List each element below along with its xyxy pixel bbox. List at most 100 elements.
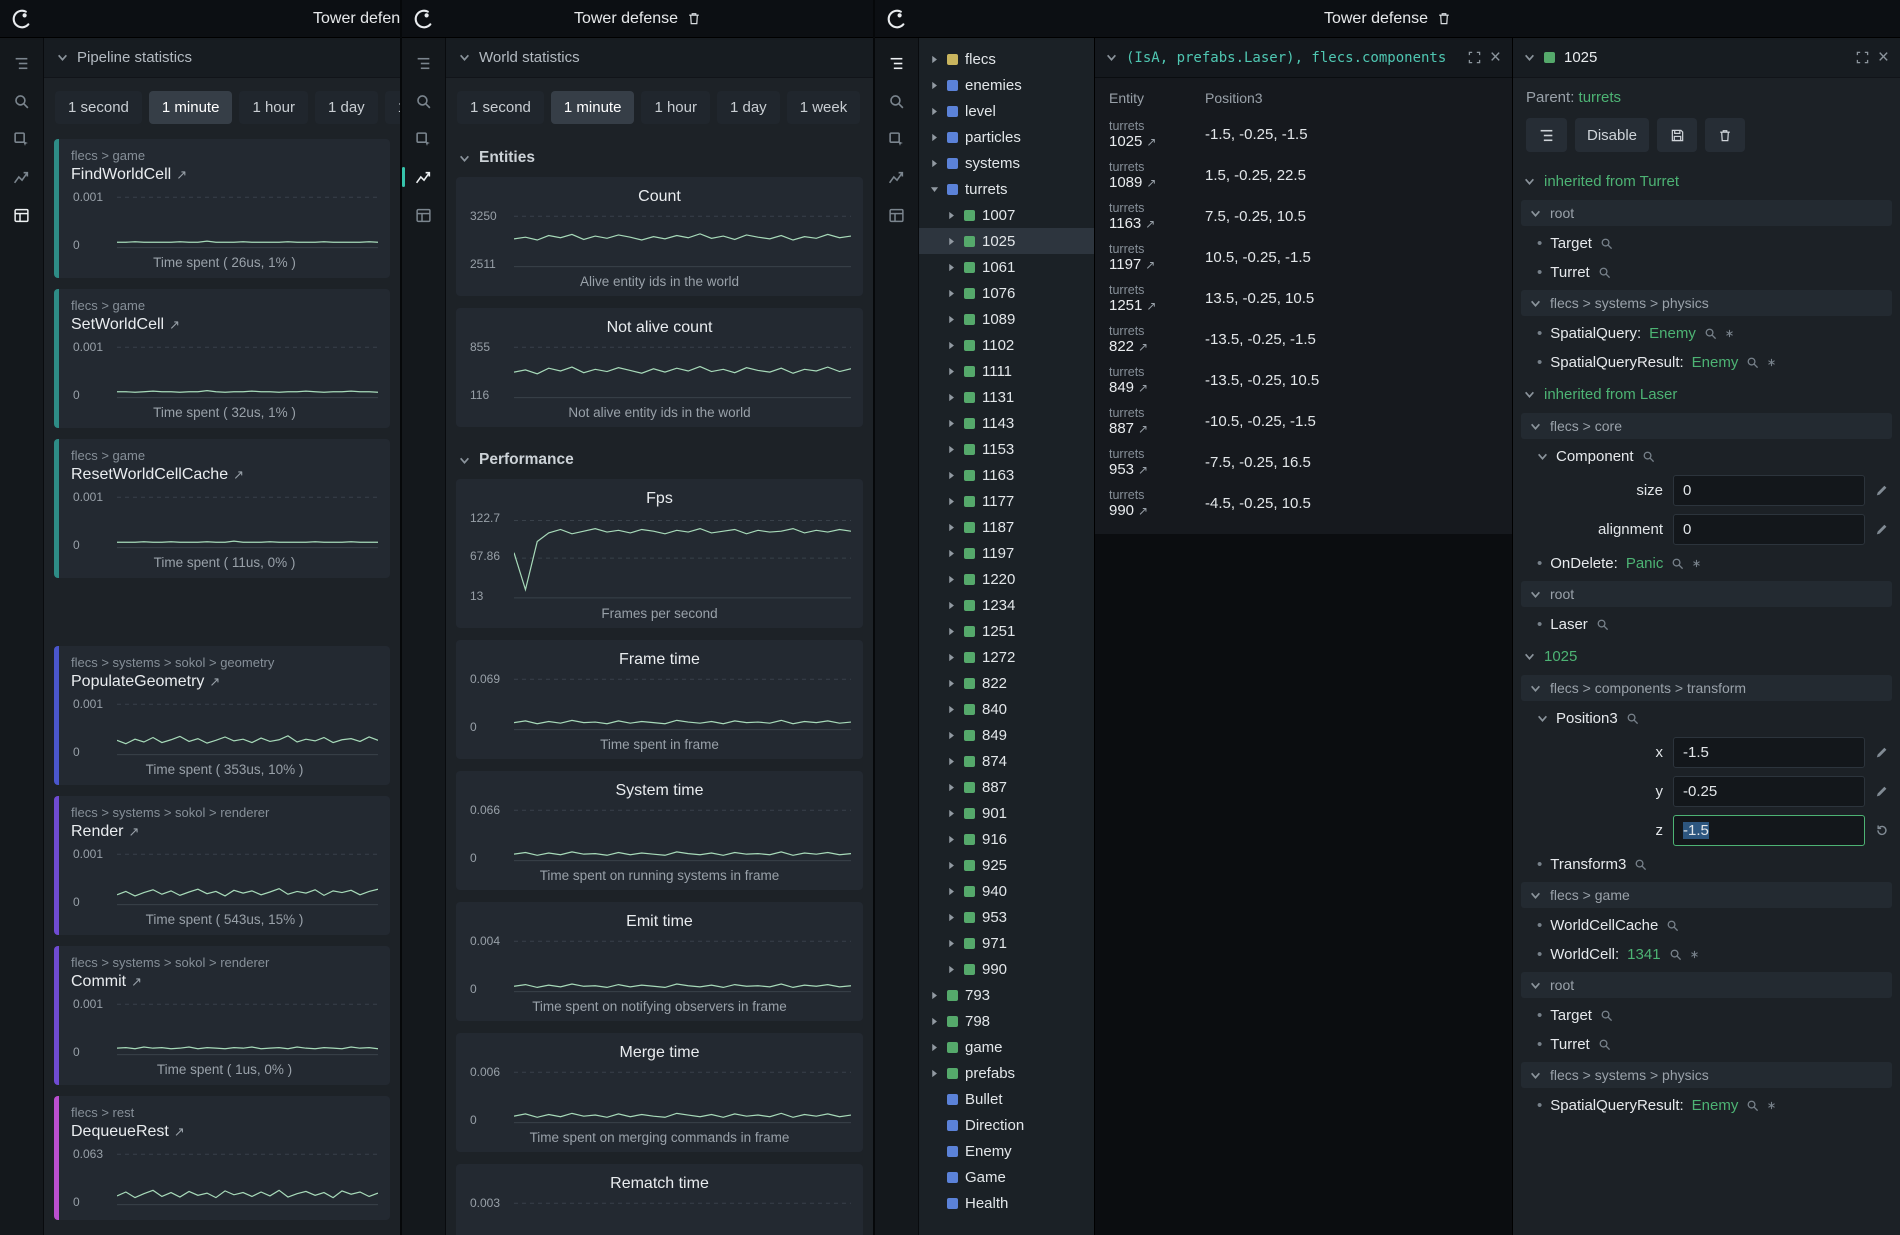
magnifier-icon[interactable]	[1642, 450, 1655, 463]
goto-icon[interactable]: ↗	[174, 1124, 185, 1139]
tag-row[interactable]: •Turret	[1513, 258, 1900, 287]
expand-icon[interactable]	[929, 107, 940, 116]
close-icon[interactable]: ×	[1878, 48, 1889, 67]
panel-header[interactable]: World statistics	[446, 38, 873, 78]
disable-button[interactable]: Disable	[1575, 118, 1649, 152]
expand-icon[interactable]	[946, 549, 957, 558]
stats-table-icon[interactable]	[4, 198, 40, 232]
tree-item[interactable]: 916	[919, 826, 1094, 852]
goto-icon[interactable]: ↗	[169, 317, 180, 332]
save-button[interactable]	[1657, 118, 1697, 152]
time-range-button[interactable]: 1 week	[385, 91, 400, 124]
expand-icon[interactable]	[946, 835, 957, 844]
tree-item[interactable]: 1131	[919, 384, 1094, 410]
chevron-down-icon[interactable]	[1537, 713, 1548, 724]
expand-icon[interactable]	[946, 783, 957, 792]
tree-item[interactable]: 849	[919, 722, 1094, 748]
expand-icon[interactable]	[946, 289, 957, 298]
magnifier-icon[interactable]	[1600, 1009, 1613, 1022]
tree-item[interactable]: prefabs	[919, 1060, 1094, 1086]
expand-icon[interactable]	[946, 419, 957, 428]
inspector-icon[interactable]	[879, 122, 915, 156]
field-value-input[interactable]: -1.5	[1673, 815, 1865, 846]
tree-item[interactable]: 971	[919, 930, 1094, 956]
component-path-header[interactable]: root	[1521, 581, 1892, 607]
time-range-button[interactable]: 1 minute	[551, 91, 635, 124]
query-result-row[interactable]: turrets990↗-4.5, -0.25, 10.5	[1095, 483, 1512, 524]
query-result-row[interactable]: turrets1089↗1.5, -0.25, 22.5	[1095, 155, 1512, 196]
component-path-header[interactable]: flecs > core	[1521, 413, 1892, 439]
pair-value-link[interactable]: Enemy	[1649, 325, 1696, 342]
pair-value-link[interactable]: Enemy	[1692, 354, 1739, 371]
system-name[interactable]: SetWorldCell↗	[71, 316, 378, 334]
tree-item[interactable]: Health	[919, 1190, 1094, 1216]
tree-item[interactable]: 1187	[919, 514, 1094, 540]
tree-item[interactable]: Game	[919, 1164, 1094, 1190]
expand-icon[interactable]	[946, 627, 957, 636]
inspector-section-header[interactable]: inherited from Laser	[1513, 377, 1900, 410]
goto-icon[interactable]: ↗	[1146, 299, 1156, 313]
query-result-row[interactable]: turrets822↗-13.5, -0.25, -1.5	[1095, 319, 1512, 360]
inspector-icon[interactable]	[406, 122, 442, 156]
component-row[interactable]: Component	[1513, 442, 1900, 471]
goto-icon[interactable]: ↗	[176, 167, 187, 182]
goto-icon[interactable]: ↗	[233, 467, 244, 482]
field-value-input[interactable]: 0	[1673, 514, 1865, 545]
stats-table-icon[interactable]	[879, 198, 915, 232]
tree-item[interactable]: 1272	[919, 644, 1094, 670]
expand-icon[interactable]	[946, 393, 957, 402]
expand-icon[interactable]	[946, 237, 957, 246]
tree-item[interactable]: 1143	[919, 410, 1094, 436]
expand-icon[interactable]	[946, 471, 957, 480]
query-result-row[interactable]: turrets1251↗13.5, -0.25, 10.5	[1095, 278, 1512, 319]
expand-icon[interactable]	[946, 263, 957, 272]
search-icon[interactable]	[879, 84, 915, 118]
tree-item[interactable]: 940	[919, 878, 1094, 904]
tree-item[interactable]: Direction	[919, 1112, 1094, 1138]
trash-icon[interactable]	[687, 11, 701, 26]
magnifier-icon[interactable]	[1598, 1038, 1611, 1051]
chart-icon[interactable]	[4, 160, 40, 194]
system-name[interactable]: Render↗	[71, 823, 378, 841]
search-icon[interactable]	[4, 84, 40, 118]
component-path-header[interactable]: root	[1521, 200, 1892, 226]
chart-icon[interactable]	[879, 160, 915, 194]
tree-item[interactable]: 840	[919, 696, 1094, 722]
tree-item[interactable]: 1007	[919, 202, 1094, 228]
goto-icon[interactable]: ↗	[1138, 463, 1148, 477]
component-path-header[interactable]: flecs > systems > physics	[1521, 1062, 1892, 1088]
component-path-header[interactable]: root	[1521, 972, 1892, 998]
expand-icon[interactable]	[946, 939, 957, 948]
expand-icon[interactable]	[946, 887, 957, 896]
magnifier-icon[interactable]	[1746, 1099, 1759, 1112]
goto-icon[interactable]: ↗	[209, 674, 220, 689]
flecs-logo-icon[interactable]	[412, 7, 436, 31]
expand-icon[interactable]	[946, 315, 957, 324]
pair-row[interactable]: •SpatialQuery:Enemy	[1513, 319, 1900, 348]
inspector-section-header[interactable]: inherited from Turret	[1513, 164, 1900, 197]
flecs-logo-icon[interactable]	[10, 7, 34, 31]
pair-row[interactable]: •SpatialQueryResult:Enemy	[1513, 348, 1900, 377]
tag-row[interactable]: •Target	[1513, 1001, 1900, 1030]
expand-icon[interactable]	[946, 601, 957, 610]
goto-icon[interactable]: ↗	[1145, 258, 1155, 272]
tree-item[interactable]: 1251	[919, 618, 1094, 644]
tree-item[interactable]: 901	[919, 800, 1094, 826]
expand-icon[interactable]	[946, 341, 957, 350]
tree-item[interactable]: 925	[919, 852, 1094, 878]
time-range-button[interactable]: 1 second	[457, 91, 544, 124]
expand-icon[interactable]	[946, 445, 957, 454]
field-value-input[interactable]: -1.5	[1673, 737, 1865, 768]
magnifier-icon[interactable]	[1626, 712, 1639, 725]
expand-icon[interactable]	[946, 653, 957, 662]
goto-icon[interactable]: ↗	[1145, 217, 1155, 231]
delete-button[interactable]	[1705, 118, 1745, 152]
expand-icon[interactable]	[929, 1069, 940, 1078]
undo-icon[interactable]	[1875, 824, 1888, 837]
tree-item[interactable]: 1163	[919, 462, 1094, 488]
query-result-row[interactable]: turrets1163↗7.5, -0.25, 10.5	[1095, 196, 1512, 237]
system-name[interactable]: ResetWorldCellCache↗	[71, 466, 378, 484]
expand-icon[interactable]	[946, 965, 957, 974]
goto-icon[interactable]: ↗	[1138, 504, 1148, 518]
tree-item[interactable]: 1153	[919, 436, 1094, 462]
